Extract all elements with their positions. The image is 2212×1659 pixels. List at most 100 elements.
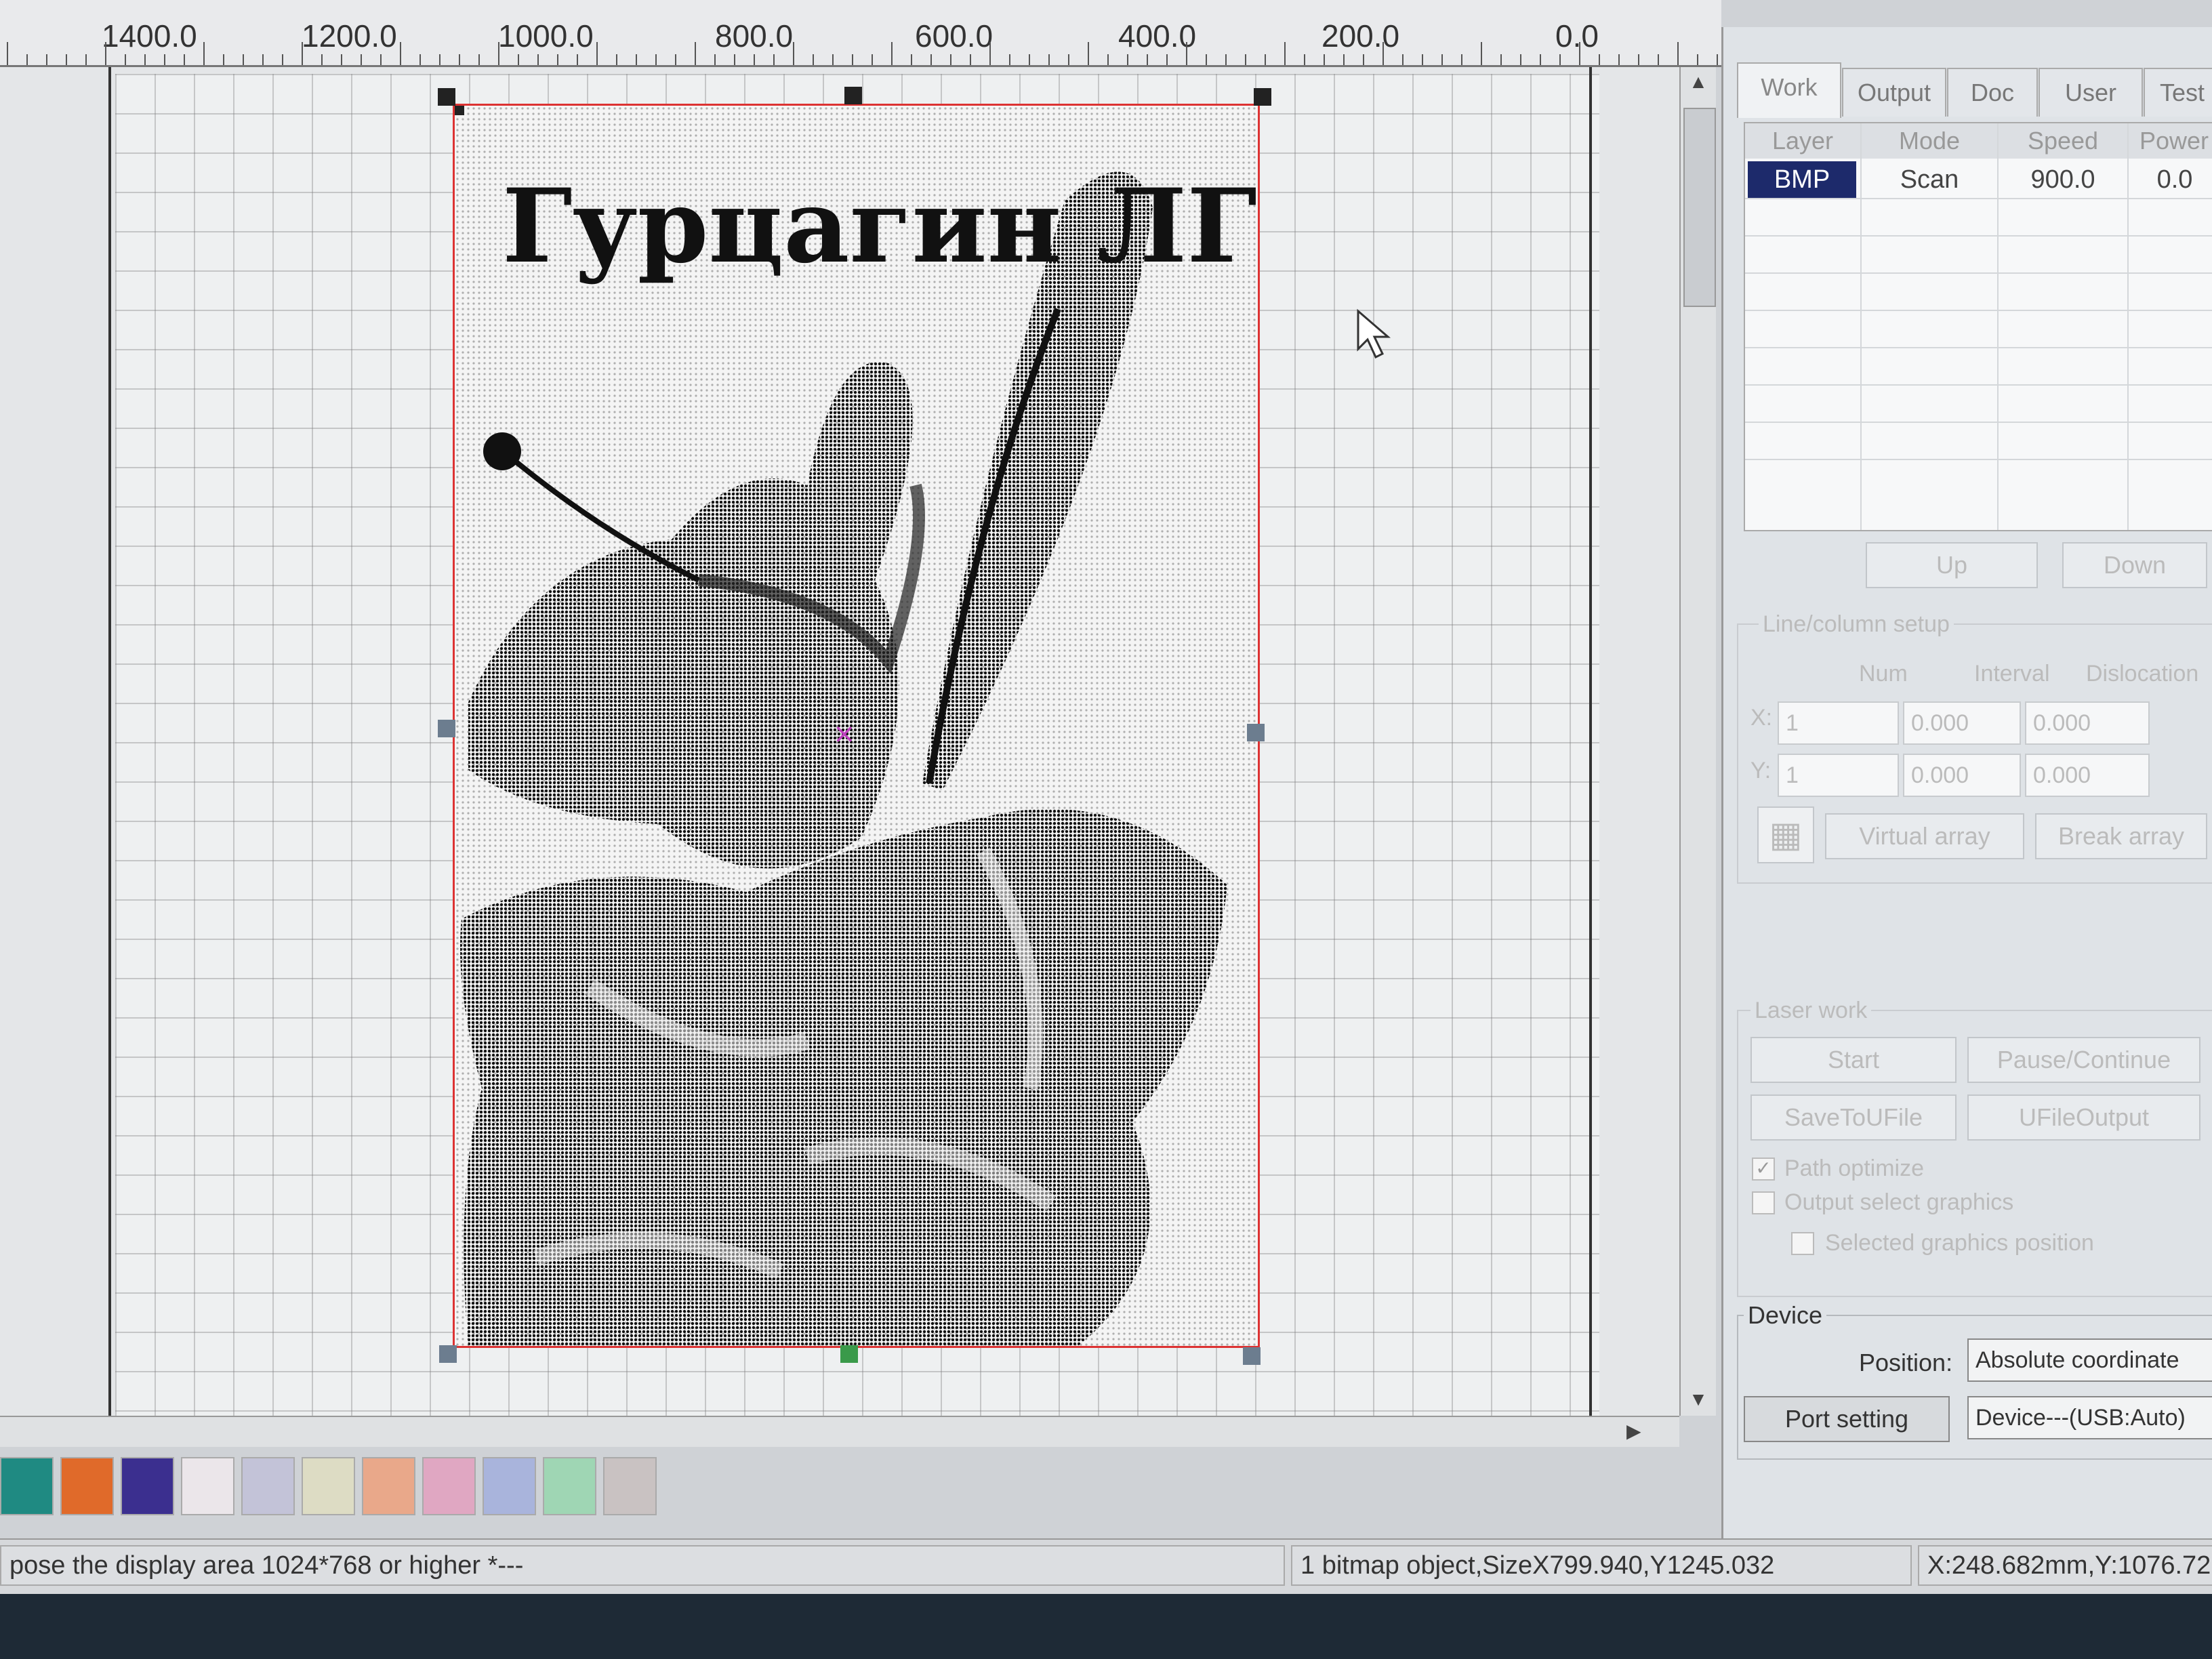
ruler-tick <box>1009 54 1010 65</box>
scroll-right-icon[interactable]: ▶ <box>1626 1420 1641 1442</box>
ruler-tick <box>989 42 991 65</box>
tab-doc[interactable]: Doc <box>1947 68 2038 117</box>
ufile-output-button[interactable]: UFileOutput <box>1967 1094 2200 1141</box>
tab-test[interactable]: Test <box>2144 68 2212 117</box>
ruler-tick <box>655 54 657 65</box>
ruler-tick <box>1717 54 1718 65</box>
ruler-label: 600.0 <box>915 18 994 54</box>
col-header-layer[interactable]: Layer <box>1745 123 1862 159</box>
palette-swatch[interactable] <box>302 1457 355 1515</box>
palette-swatch[interactable] <box>181 1457 234 1515</box>
selection-handle-bottom-left[interactable] <box>439 1345 457 1363</box>
ruler-tick <box>1186 42 1187 65</box>
ruler-tick <box>419 54 421 65</box>
ruler-tick <box>695 42 696 65</box>
ruler-tick <box>911 54 912 65</box>
palette-swatch[interactable] <box>60 1457 114 1515</box>
horizontal-scrollbar[interactable]: ▶ <box>0 1416 1679 1447</box>
ruler-label: 400.0 <box>1118 18 1197 54</box>
ruler-tick <box>793 42 794 65</box>
ruler-tick <box>1500 54 1502 65</box>
selection-handle-bottom-right[interactable] <box>1243 1347 1261 1365</box>
taskbar <box>0 1594 2212 1659</box>
line-column-title: Line/column setup <box>1759 611 1954 638</box>
array-grid-icon: ▦ <box>1757 806 1814 863</box>
palette-swatch[interactable] <box>121 1457 174 1515</box>
ruler-tick <box>478 54 480 65</box>
palette-swatch[interactable] <box>422 1457 476 1515</box>
device-select[interactable]: Device---(USB:Auto) <box>1967 1396 2212 1439</box>
x-dislocation-field[interactable]: 0.000 <box>2025 701 2150 745</box>
tab-work[interactable]: Work <box>1737 62 1841 118</box>
break-array-button[interactable]: Break array <box>2035 813 2207 859</box>
selection-handle-top-center[interactable] <box>844 87 862 104</box>
palette-swatch[interactable] <box>543 1457 596 1515</box>
scroll-up-icon[interactable]: ▲ <box>1686 71 1711 96</box>
ruler-tick <box>1029 54 1030 65</box>
layer-cell[interactable]: BMP <box>1748 161 1856 198</box>
ruler-tick <box>1127 54 1128 65</box>
palette-swatch[interactable] <box>603 1457 657 1515</box>
virtual-array-button[interactable]: Virtual array <box>1825 813 2024 859</box>
palette-swatch[interactable] <box>362 1457 415 1515</box>
ruler-label: 1000.0 <box>498 18 594 54</box>
page-boundary-right <box>1589 67 1592 1416</box>
ruler-tick <box>1166 54 1168 65</box>
selection-handle-middle-left[interactable] <box>438 720 455 737</box>
col-header-speed[interactable]: Speed <box>1999 123 2129 159</box>
ruler-tick <box>498 42 499 65</box>
page-boundary-left <box>108 67 111 1416</box>
speed-cell[interactable]: 900.0 <box>2000 161 2126 198</box>
pause-continue-button[interactable]: Pause/Continue <box>1967 1037 2200 1083</box>
tab-user[interactable]: User <box>2039 68 2143 117</box>
ruler-tick <box>144 54 146 65</box>
selected-position-checkbox[interactable] <box>1791 1232 1814 1255</box>
ruler-tick <box>557 54 558 65</box>
ruler-tick <box>714 54 716 65</box>
selection-handle-top-left[interactable] <box>438 88 455 106</box>
power-cell[interactable]: 0.0 <box>2130 161 2212 198</box>
palette-swatch[interactable] <box>0 1457 54 1515</box>
ruler-tick <box>832 54 834 65</box>
x-num-field[interactable]: 1 <box>1778 701 1899 745</box>
position-select[interactable]: Absolute coordinate <box>1967 1338 2212 1382</box>
y-interval-field[interactable]: 0.000 <box>1903 754 2021 797</box>
y-num-field[interactable]: 1 <box>1778 754 1899 797</box>
ruler-tick <box>1284 42 1286 65</box>
ruler-tick <box>577 54 578 65</box>
mode-cell[interactable]: Scan <box>1863 161 1996 198</box>
save-to-ufile-button[interactable]: SaveToUFile <box>1750 1094 1957 1141</box>
ruler-tick <box>970 54 971 65</box>
ruler-tick <box>1559 54 1561 65</box>
ruler-tick <box>1441 54 1443 65</box>
vertical-scrollbar[interactable]: ▲ ▼ <box>1679 67 1716 1416</box>
down-button[interactable]: Down <box>2062 542 2207 588</box>
selection-handle-top-right[interactable] <box>1254 88 1271 106</box>
palette-swatch[interactable] <box>241 1457 295 1515</box>
selection-handle-middle-right[interactable] <box>1247 724 1265 741</box>
ruler-tick <box>872 54 873 65</box>
selection-handle-bottom-center[interactable] <box>840 1345 858 1363</box>
bitmap-object[interactable]: × Гурцагин ЛГ <box>453 104 1260 1348</box>
ruler-tick <box>1461 54 1462 65</box>
col-header-mode[interactable]: Mode <box>1862 123 1999 159</box>
scroll-thumb[interactable] <box>1683 108 1716 307</box>
ruler-tick <box>1599 54 1600 65</box>
path-optimize-checkbox[interactable]: ✓ <box>1752 1158 1775 1181</box>
up-button[interactable]: Up <box>1866 542 2038 588</box>
col-interval-label: Interval <box>1974 661 2050 687</box>
ruler-tick <box>1422 54 1423 65</box>
start-button[interactable]: Start <box>1750 1037 1957 1083</box>
ruler-tick <box>675 54 676 65</box>
status-hint: pose the display area 1024*768 or higher… <box>0 1545 1285 1586</box>
col-header-power[interactable]: Power <box>2129 123 2212 159</box>
palette-swatch[interactable] <box>483 1457 536 1515</box>
port-setting-button[interactable]: Port setting <box>1744 1396 1950 1442</box>
y-dislocation-field[interactable]: 0.000 <box>2025 754 2150 797</box>
x-interval-field[interactable]: 0.000 <box>1903 701 2021 745</box>
svg-text:×: × <box>833 718 856 750</box>
ruler-tick <box>302 42 303 65</box>
tab-output[interactable]: Output <box>1842 68 1946 117</box>
output-select-checkbox[interactable] <box>1752 1191 1775 1214</box>
scroll-down-icon[interactable]: ▼ <box>1686 1389 1711 1413</box>
